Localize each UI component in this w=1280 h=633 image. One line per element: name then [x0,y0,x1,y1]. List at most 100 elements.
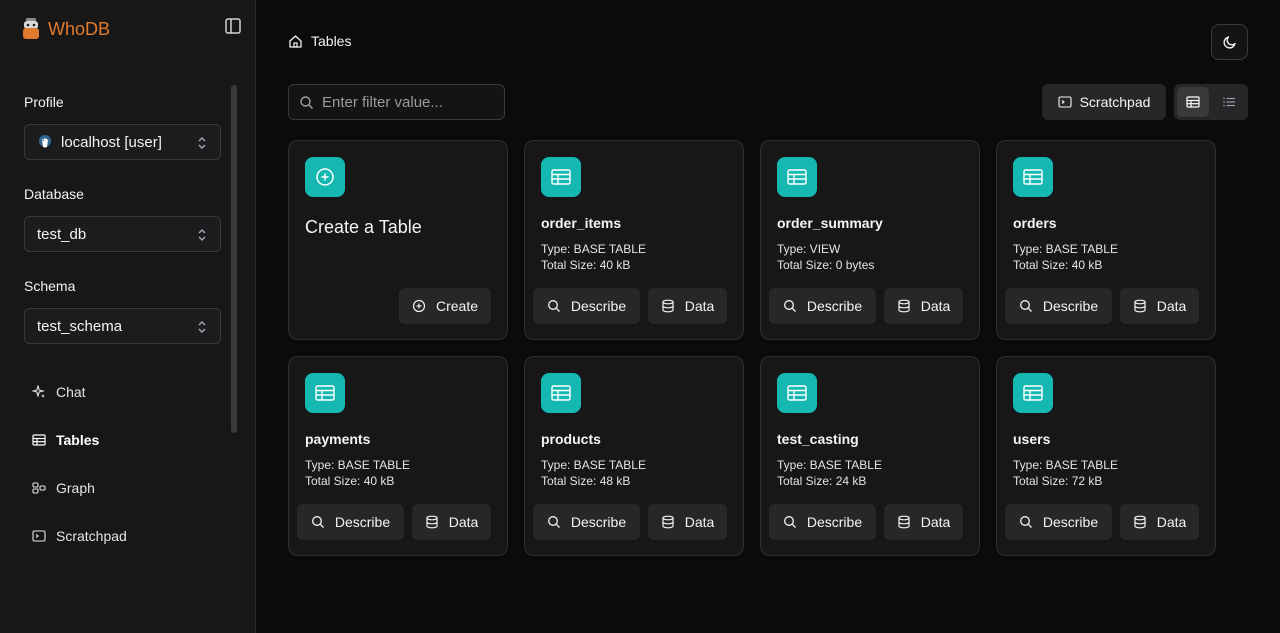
search-icon [783,300,796,312]
brand[interactable]: WhoDB [22,18,110,40]
profile-label: Profile [24,94,64,110]
data-label: Data [1156,298,1187,314]
list-view-button[interactable] [1213,87,1245,117]
sidebar-toggle-icon[interactable] [224,17,242,35]
list-icon [1223,97,1235,107]
table-card: order_items Type: BASE TABLE Total Size:… [524,140,744,340]
sidebar-scrollbar[interactable] [231,85,237,433]
table-name: users [1013,431,1051,447]
plus-circle-icon [316,168,334,186]
search-icon [783,516,796,528]
card-view-button[interactable] [1177,87,1209,117]
sparkles-icon [32,385,46,398]
data-button[interactable]: Data [1120,288,1199,324]
sidebar-item-label: Scratchpad [56,528,127,544]
create-table-title: Create a Table [305,217,422,237]
logo-icon [23,18,39,39]
database-icon [662,299,674,313]
search-icon [1019,516,1032,528]
table-icon [787,169,807,185]
table-size: Total Size: 40 kB [305,474,395,488]
table-tile [1013,373,1053,413]
chevrons-up-down-icon [198,136,206,150]
data-button[interactable]: Data [412,504,491,540]
terminal-icon [1058,96,1072,108]
describe-label: Describe [570,298,627,314]
sidebar-item-tables[interactable]: Tables [24,422,224,458]
chevrons-up-down-icon [198,320,206,334]
table-icon [315,385,335,401]
table-tile [777,157,817,197]
describe-label: Describe [806,298,863,314]
table-type: Type: BASE TABLE [541,458,646,472]
database-icon [1134,515,1146,529]
create-tile [305,157,345,197]
data-label: Data [448,514,479,530]
table-name: payments [305,431,371,447]
terminal-icon [32,530,46,542]
database-icon [1134,299,1146,313]
schema-select[interactable]: test_schema [24,308,221,344]
describe-button[interactable]: Describe [297,504,404,540]
table-card: order_summary Type: VIEW Total Size: 0 b… [760,140,980,340]
scratchpad-button[interactable]: Scratchpad [1042,84,1166,120]
sidebar-item-chat[interactable]: Chat [24,374,224,410]
table-icon [551,385,571,401]
plus-circle-icon [412,299,426,313]
table-size: Total Size: 72 kB [1013,474,1103,488]
data-button[interactable]: Data [884,504,963,540]
describe-button[interactable]: Describe [1005,288,1112,324]
table-type: Type: BASE TABLE [1013,458,1118,472]
table-icon [1023,169,1043,185]
table-name: orders [1013,215,1057,231]
database-select[interactable]: test_db [24,216,221,252]
sidebar-item-graph[interactable]: Graph [24,470,224,506]
filter-field[interactable] [288,84,505,120]
create-button[interactable]: Create [399,288,491,324]
search-icon [547,300,560,312]
database-icon [898,299,910,313]
sidebar-item-label: Chat [56,384,86,400]
table-icon [787,385,807,401]
database-icon [426,515,438,529]
data-button[interactable]: Data [648,288,727,324]
data-label: Data [684,298,715,314]
table-card: products Type: BASE TABLE Total Size: 48… [524,356,744,556]
filter-input[interactable] [322,93,492,111]
describe-button[interactable]: Describe [1005,504,1112,540]
table-tile [541,373,581,413]
postgres-icon [39,135,51,148]
describe-label: Describe [334,514,391,530]
data-button[interactable]: Data [1120,504,1199,540]
describe-button[interactable]: Describe [769,288,876,324]
data-label: Data [920,298,951,314]
view-toggle [1174,84,1248,120]
describe-button[interactable]: Describe [533,504,640,540]
chevrons-up-down-icon [198,228,206,242]
data-button[interactable]: Data [884,288,963,324]
data-button[interactable]: Data [648,504,727,540]
sidebar-item-scratchpad[interactable]: Scratchpad [24,518,224,554]
table-card: users Type: BASE TABLE Total Size: 72 kB… [996,356,1216,556]
search-icon [1019,300,1032,312]
describe-button[interactable]: Describe [533,288,640,324]
home-icon[interactable] [288,34,303,49]
table-size: Total Size: 0 bytes [777,258,875,272]
database-icon [898,515,910,529]
table-tile [541,157,581,197]
app-name: WhoDB [48,18,111,39]
breadcrumb-current[interactable]: Tables [311,33,351,49]
table-size: Total Size: 40 kB [1013,258,1103,272]
schema-value: test_schema [37,317,123,335]
search-icon [311,516,324,528]
describe-label: Describe [1042,514,1099,530]
describe-button[interactable]: Describe [769,504,876,540]
table-type: Type: BASE TABLE [305,458,410,472]
theme-toggle-button[interactable] [1211,24,1248,60]
table-icon [1186,96,1200,108]
data-label: Data [1156,514,1187,530]
schema-label: Schema [24,278,76,294]
data-label: Data [684,514,715,530]
search-icon [547,516,560,528]
profile-select[interactable]: localhost [user] [24,124,221,160]
